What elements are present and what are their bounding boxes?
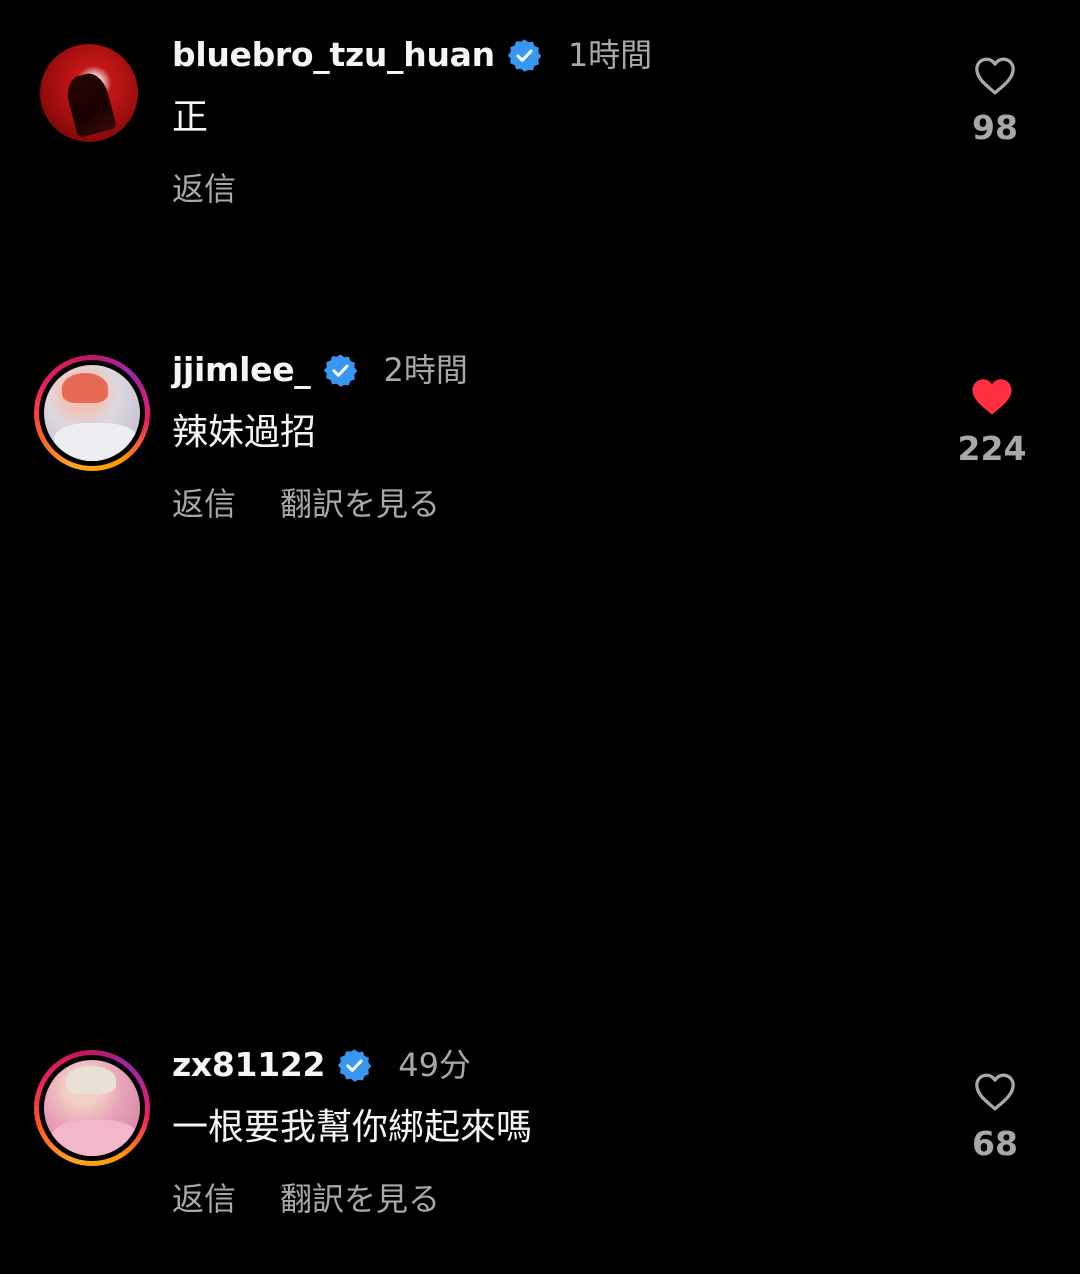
translate-button[interactable]: 翻訳を見る bbox=[280, 479, 440, 525]
like-count: 98 bbox=[972, 108, 1018, 147]
comment-text: 辣妹過招 bbox=[172, 412, 317, 453]
comment-time: 2時間 bbox=[383, 351, 468, 389]
reply-button[interactable]: 返信 bbox=[172, 164, 236, 210]
reply-button[interactable]: 返信 bbox=[172, 1174, 236, 1220]
comment-header: zx81122 49分 bbox=[172, 1046, 950, 1084]
verified-badge-icon bbox=[323, 353, 357, 387]
comment-actions: 返信 翻訳を見る bbox=[172, 479, 950, 525]
verified-badge-icon bbox=[507, 38, 542, 72]
username[interactable]: bluebro_tzu_huan bbox=[172, 38, 495, 71]
comment-actions: 返信 bbox=[172, 164, 950, 210]
comment-header: bluebro_tzu_huan 1時間 bbox=[172, 36, 950, 74]
comments-list: bluebro_tzu_huan 1時間 正 返信 98 jjimlee_ 2時… bbox=[0, 0, 1080, 1274]
avatar-image bbox=[44, 1060, 140, 1156]
comment-time: 1時間 bbox=[567, 36, 653, 74]
avatar[interactable] bbox=[34, 355, 150, 471]
comment-actions: 返信 翻訳を見る bbox=[172, 1174, 950, 1220]
like-column: 68 bbox=[960, 1072, 1030, 1163]
like-column: 98 bbox=[960, 56, 1030, 147]
heart-filled-icon[interactable] bbox=[970, 377, 1014, 417]
comment-header: jjimlee_ 2時間 bbox=[172, 351, 950, 389]
heart-outline-icon[interactable] bbox=[973, 56, 1017, 96]
avatar[interactable] bbox=[40, 44, 138, 142]
avatar[interactable] bbox=[34, 1050, 150, 1166]
comment-time: 49分 bbox=[398, 1046, 471, 1084]
comment-body: jjimlee_ 2時間 辣妹過招 返信 翻訳を見る bbox=[172, 351, 950, 525]
like-count: 68 bbox=[972, 1124, 1018, 1163]
username[interactable]: zx81122 bbox=[172, 1048, 326, 1081]
reply-button[interactable]: 返信 bbox=[172, 479, 236, 525]
avatar-image bbox=[40, 44, 138, 142]
comment-body: zx81122 49分 一根要我幫你綁起來嗎 返信 翻訳を見る bbox=[172, 1046, 950, 1220]
verified-badge-icon bbox=[338, 1048, 372, 1082]
comment-body: bluebro_tzu_huan 1時間 正 返信 bbox=[172, 36, 950, 210]
comment-text: 正 bbox=[172, 97, 209, 138]
comment-text: 一根要我幫你綁起來嗎 bbox=[172, 1107, 533, 1148]
translate-button[interactable]: 翻訳を見る bbox=[280, 1174, 440, 1220]
heart-outline-icon[interactable] bbox=[973, 1072, 1017, 1112]
like-column: 224 bbox=[952, 377, 1032, 468]
avatar-image bbox=[44, 365, 140, 461]
like-count: 224 bbox=[957, 429, 1027, 468]
username[interactable]: jjimlee_ bbox=[172, 353, 311, 386]
